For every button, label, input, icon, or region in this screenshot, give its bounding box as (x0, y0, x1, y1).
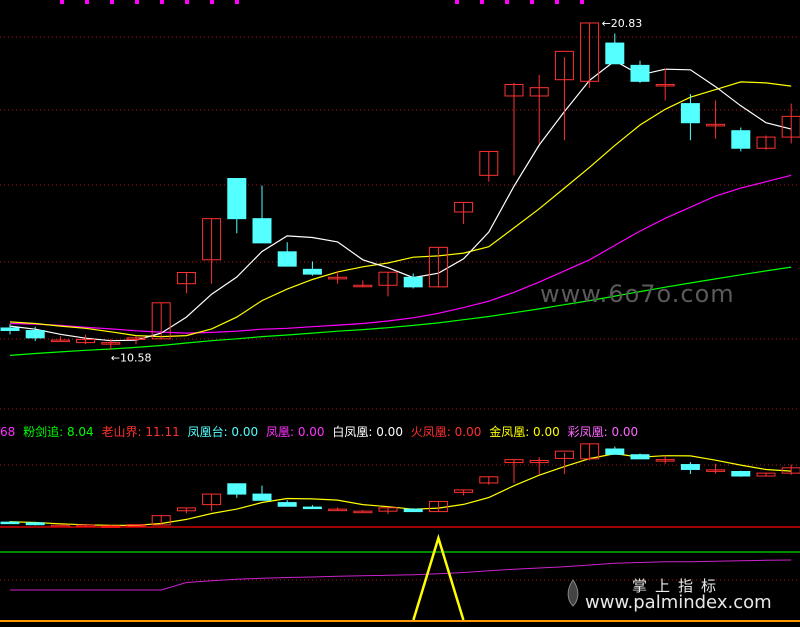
indicator-candle-body (630, 454, 650, 460)
legend-jinfenghuang: 金凤凰: 0.00 (489, 425, 560, 439)
top-marker (85, 0, 89, 4)
candle-body (227, 178, 247, 220)
indicator-candle-body (403, 508, 423, 513)
legend-huofenghuang: 火凤凰: 0.00 (410, 425, 482, 439)
candle-body (277, 251, 297, 267)
top-marker (185, 0, 189, 4)
signal-spike (412, 533, 465, 621)
top-marker (60, 0, 64, 4)
top-marker (210, 0, 214, 4)
price-annotations: ←20.83 ←10.58 (111, 17, 643, 365)
candle-body (25, 330, 45, 339)
palm-logo-icon (567, 579, 579, 607)
candle-body (605, 42, 625, 65)
indicator-candle-body (227, 483, 247, 495)
top-marker (455, 0, 459, 4)
high-label: ←20.83 (602, 17, 643, 30)
top-marker (160, 0, 164, 4)
moving-average-lines (9, 60, 792, 356)
low-label: ←10.58 (111, 352, 152, 365)
indicator-candle-body (25, 522, 45, 526)
watermark-6o7o: www.6o7o.com (540, 280, 735, 308)
top-marker (480, 0, 484, 4)
candle-body (731, 130, 751, 149)
indicator-candle-body (680, 464, 700, 470)
top-marker (135, 0, 139, 4)
indicator-candle-body (731, 471, 751, 477)
legend-fenghuangtai: 凤凰台: 0.00 (187, 425, 259, 439)
legend-prefix: 68 (0, 425, 16, 439)
watermark-palmindex: www.palmindex.com (585, 592, 772, 613)
indicator-candle-body (605, 448, 625, 455)
candle-body (630, 64, 650, 82)
chart-canvas: ←20.83 ←10.58 (0, 0, 800, 622)
legend-fenghuang: 凤凰: 0.00 (265, 425, 325, 439)
indicator-yellow-line (9, 452, 792, 527)
legend-laoshanjie: 老山界: 11.11 (101, 425, 180, 439)
candle-body (0, 327, 20, 332)
indicator-candle-body (252, 493, 272, 501)
top-marker (505, 0, 509, 4)
candle-body (680, 103, 700, 124)
candle-body (302, 268, 322, 275)
candle-body (252, 218, 272, 244)
indicator-candle-body (353, 510, 373, 514)
ma20-line (9, 174, 792, 334)
candle-body (403, 276, 423, 288)
top-marker (235, 0, 239, 4)
indicator-legend: 68 粉剑追: 8.04 老山界: 11.11 凤凰台: 0.00 凤凰: 0.… (0, 425, 642, 439)
legend-caifenghuang: 彩凤凰: 0.00 (567, 425, 639, 439)
indicator-candle-body (0, 521, 20, 525)
top-marker (555, 0, 559, 4)
top-marker (530, 0, 534, 4)
indicator-candle-body (302, 506, 322, 510)
legend-baifenghuang: 白凤凰: 0.00 (332, 425, 403, 439)
top-marker (580, 0, 584, 4)
indicator-candle-body (277, 502, 297, 507)
top-marker (110, 0, 114, 4)
legend-fenjianzhui: 粉剑追: 8.04 (23, 425, 94, 439)
